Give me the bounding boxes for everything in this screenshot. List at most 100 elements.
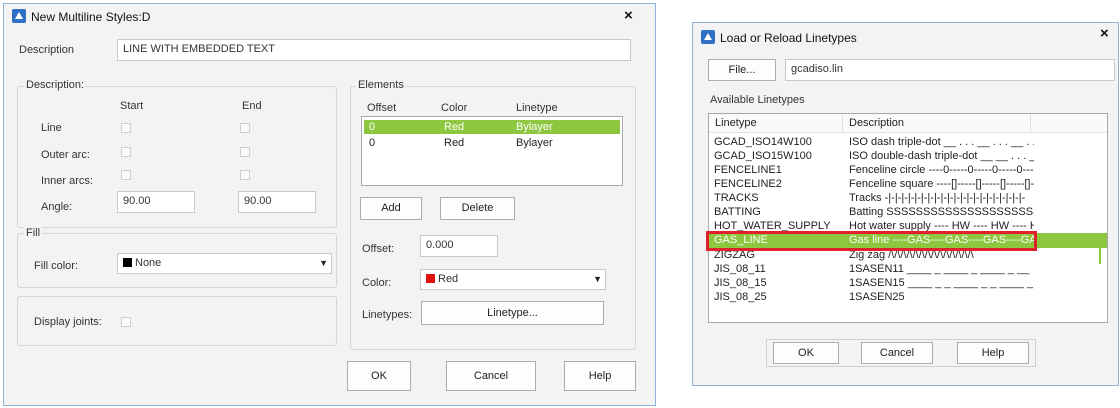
close-icon[interactable]: × <box>624 7 633 24</box>
highlight-box <box>706 231 1037 251</box>
caps-group-title: Description: <box>24 79 87 91</box>
color-column-header: Color <box>441 102 468 114</box>
table-row[interactable]: 0 Red Bylayer <box>364 120 620 134</box>
ok-button[interactable]: OK <box>347 361 411 391</box>
app-icon <box>12 9 26 23</box>
list-item[interactable]: JIS_08_11 1SASEN11 ____ _ ____ _ ____ _ … <box>709 262 1107 276</box>
fill-color-select[interactable]: None ▼ <box>117 253 332 274</box>
list-item[interactable]: GCAD_ISO15W100 ISO double-dash triple-do… <box>709 149 1107 163</box>
list-item[interactable]: FENCELINE1 Fenceline circle ----0-----0-… <box>709 163 1107 177</box>
chevron-down-icon: ▼ <box>593 274 602 284</box>
multiline-styles-dialog: New Multiline Styles:D × Description LIN… <box>3 3 656 406</box>
inner-arcs-start-checkbox[interactable] <box>121 170 131 180</box>
fill-color-swatch <box>123 258 132 267</box>
linetype-name: BATTING <box>714 206 761 218</box>
display-joints-label: Display joints: <box>34 316 102 328</box>
list-item[interactable]: FENCELINE2 Fenceline square ----[]-----[… <box>709 177 1107 191</box>
fill-group-title: Fill <box>24 227 43 239</box>
end-angle-input[interactable]: 90.00 <box>238 191 316 213</box>
close-icon[interactable]: × <box>1100 25 1109 42</box>
elements-list[interactable]: 0 Red Bylayer 0 Red Bylayer <box>361 116 623 186</box>
element-color: Red <box>444 121 465 133</box>
list-item[interactable]: BATTING Batting SSSSSSSSSSSSSSSSSSSSSSS <box>709 205 1107 219</box>
linetype-name: GCAD_ISO14W100 <box>714 136 812 148</box>
linetype-button[interactable]: Linetype... <box>421 301 604 325</box>
delete-element-button[interactable]: Delete <box>440 197 515 220</box>
linetype-description: Tracks -|-|-|-|-|-|-|-|-|-|-|-|-|-|-|-|-… <box>849 192 1026 204</box>
dialog-title: New Multiline Styles:D <box>31 10 151 24</box>
cancel-button[interactable]: Cancel <box>446 361 536 391</box>
start-angle-input[interactable]: 90.00 <box>117 191 195 213</box>
linetype-description: Fenceline square ----[]-----[]-----[]---… <box>849 178 1034 190</box>
inner-arcs-label: Inner arcs: <box>41 175 93 187</box>
linetype-description: 1SASEN25 <box>849 291 905 303</box>
element-linetype: Bylayer <box>516 121 553 133</box>
offset-input[interactable]: 0.000 <box>420 235 498 257</box>
linetype-description: 1SASEN11 ____ _ ____ _ ____ _ __ <box>849 263 1030 275</box>
linetype-column-header: Linetype <box>715 117 757 129</box>
offset-column-header: Offset <box>367 102 397 114</box>
ok-button[interactable]: OK <box>773 342 839 364</box>
color-label: Color: <box>362 277 392 289</box>
scrollbar-thumb[interactable] <box>1099 242 1101 264</box>
linetype-description: Fenceline circle ----0-----0-----0-----0… <box>849 164 1034 176</box>
file-path-input[interactable]: gcadiso.lin <box>785 59 1115 81</box>
app-icon <box>701 30 715 44</box>
offset-label: Offset: <box>362 243 395 255</box>
outer-arc-start-checkbox[interactable] <box>121 147 131 157</box>
dialog-title: Load or Reload Linetypes <box>720 31 857 45</box>
end-header: End <box>242 100 262 112</box>
outer-arc-label: Outer arc: <box>41 149 90 161</box>
file-button[interactable]: File... <box>708 59 776 81</box>
linetypes-list[interactable]: Linetype Description GCAD_ISO14W100 ISO … <box>708 113 1108 323</box>
chevron-down-icon: ▼ <box>319 258 328 268</box>
table-row[interactable]: 0 Red Bylayer <box>364 136 620 150</box>
linetype-name: FENCELINE2 <box>714 178 782 190</box>
elements-group-title: Elements <box>356 79 406 91</box>
list-item[interactable]: JIS_08_15 1SASEN15 ____ _ _ ____ _ _ ___… <box>709 276 1107 290</box>
available-linetypes-label: Available Linetypes <box>710 94 805 106</box>
outer-arc-end-checkbox[interactable] <box>240 147 250 157</box>
help-button[interactable]: Help <box>564 361 636 391</box>
line-start-checkbox[interactable] <box>121 123 131 133</box>
linetype-name: JIS_08_15 <box>714 277 767 289</box>
linetype-name: GCAD_ISO15W100 <box>714 150 812 162</box>
element-offset: 0 <box>369 121 376 133</box>
description-input[interactable]: LINE WITH EMBEDDED TEXT <box>117 39 631 61</box>
cancel-button[interactable]: Cancel <box>861 342 933 364</box>
color-select[interactable]: Red ▼ <box>420 269 606 290</box>
linetypes-label: Linetypes: <box>362 309 413 321</box>
line-end-checkbox[interactable] <box>240 123 250 133</box>
fill-color-label: Fill color: <box>34 260 79 272</box>
help-button[interactable]: Help <box>957 342 1029 364</box>
line-label: Line <box>41 122 62 134</box>
element-offset: 0 <box>369 137 376 149</box>
linetype-description: ISO double-dash triple-dot __ __ . . . _… <box>849 150 1034 162</box>
element-color: Red <box>444 137 465 149</box>
inner-arcs-end-checkbox[interactable] <box>240 170 250 180</box>
add-element-button[interactable]: Add <box>360 197 422 220</box>
list-header: Linetype Description <box>709 114 1107 133</box>
display-joints-checkbox[interactable] <box>121 317 131 327</box>
color-swatch <box>426 274 435 283</box>
column-divider <box>1030 114 1031 132</box>
fill-color-value: None <box>135 257 162 269</box>
linetype-name: TRACKS <box>714 192 759 204</box>
description-column-header: Description <box>849 117 905 129</box>
element-linetype: Bylayer <box>516 137 553 149</box>
color-value: Red <box>438 273 459 285</box>
list-item[interactable]: JIS_08_25 1SASEN25 <box>709 290 1107 304</box>
linetype-description: 1SASEN15 ____ _ _ ____ _ _ ____ _ <box>849 277 1034 289</box>
angle-label: Angle: <box>41 201 73 213</box>
linetype-name: JIS_08_11 <box>714 263 766 275</box>
linetype-name: FENCELINE1 <box>714 164 782 176</box>
description-label: Description <box>19 44 75 56</box>
list-item[interactable]: TRACKS Tracks -|-|-|-|-|-|-|-|-|-|-|-|-|… <box>709 191 1107 205</box>
linetype-name: JIS_08_25 <box>714 291 767 303</box>
start-header: Start <box>120 100 144 112</box>
linetype-description: Batting SSSSSSSSSSSSSSSSSSSSSSS <box>849 206 1034 218</box>
linetype-description: ISO dash triple-dot __ . . . __ . . . __… <box>849 136 1034 148</box>
column-divider <box>842 114 843 132</box>
list-item[interactable]: GCAD_ISO14W100 ISO dash triple-dot __ . … <box>709 135 1107 149</box>
linetype-column-header: Linetype <box>516 102 558 114</box>
